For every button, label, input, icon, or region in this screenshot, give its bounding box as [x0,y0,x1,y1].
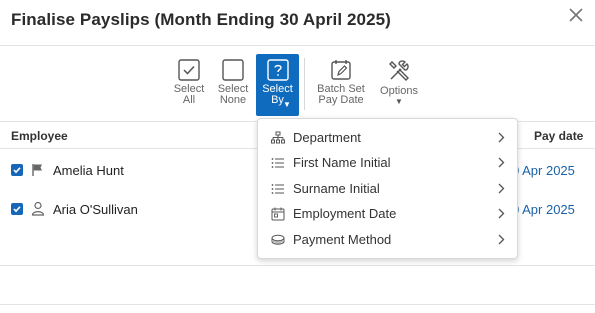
list-icon [271,158,284,168]
select-all-button[interactable]: Select All [172,54,206,116]
toolbar-separator [304,58,305,110]
caret-down-icon: ▼ [395,97,403,106]
column-header-pay-date[interactable]: Pay date [534,129,583,143]
pay-date-link[interactable]: 0 Apr 2025 [512,163,575,178]
select-none-label: Select None [217,83,249,106]
select-by-menu: Department First Name Initial Surname In… [257,118,518,259]
options-label: Options [380,85,418,97]
coins-icon [271,234,285,245]
menu-item-label: First Name Initial [293,155,391,170]
chevron-right-icon [498,157,505,168]
list-icon [271,184,284,194]
menu-item-first-name-initial[interactable]: First Name Initial [258,150,517,175]
flag-icon [32,164,42,176]
employee-name: Amelia Hunt [53,163,124,178]
employee-name: Aria O'Sullivan [53,202,138,217]
caret-down-icon: ▼ [283,100,291,109]
batch-set-pay-date-button[interactable]: Batch Set Pay Date [314,54,368,116]
checkbox-checked-icon [178,59,200,81]
row-divider [0,265,595,266]
options-button[interactable]: Options ▼ [376,54,422,116]
menu-item-employment-date[interactable]: Employment Date [258,201,517,226]
header-divider [0,45,595,46]
menu-item-label: Surname Initial [293,181,380,196]
menu-item-surname-initial[interactable]: Surname Initial [258,176,517,201]
chevron-right-icon [498,208,505,219]
dialog-title: Finalise Payslips (Month Ending 30 April… [11,10,391,29]
menu-item-department[interactable]: Department [258,125,517,150]
close-icon[interactable] [566,5,586,25]
row-checkbox[interactable] [11,203,23,215]
row-checkbox[interactable] [11,164,23,176]
chevron-right-icon [498,234,505,245]
batch-set-pay-date-label: Batch Set Pay Date [317,83,365,106]
person-icon [31,201,45,216]
chevron-right-icon [498,132,505,143]
calendar-icon [271,207,285,221]
calendar-edit-icon [331,60,351,80]
org-chart-icon [271,131,285,144]
select-all-label: Select All [173,83,205,106]
select-none-button[interactable]: Select None [216,54,250,116]
menu-item-label: Employment Date [293,206,397,221]
pay-date-link[interactable]: 0 Apr 2025 [512,202,575,217]
checkbox-empty-icon [222,59,244,81]
row-divider [0,304,595,305]
select-by-label: Select By [262,83,293,106]
question-box-icon [266,59,289,81]
menu-item-payment-method[interactable]: Payment Method [258,227,517,252]
menu-item-label: Payment Method [293,232,392,247]
select-by-button[interactable]: Select By ▼ [256,54,299,116]
menu-item-label: Department [293,130,361,145]
chevron-right-icon [498,183,505,194]
tools-icon [389,60,409,81]
column-header-employee[interactable]: Employee [11,129,68,143]
